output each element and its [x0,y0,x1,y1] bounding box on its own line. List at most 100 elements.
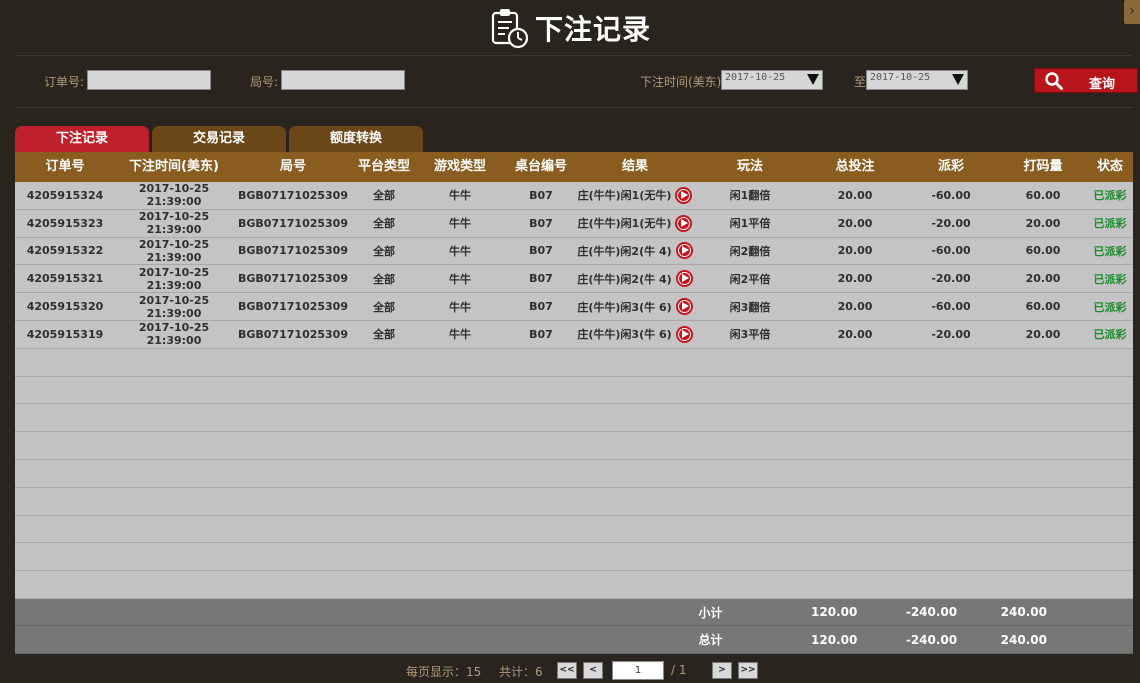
date-to-select[interactable]: 2017-10-25 [866,70,968,90]
round-number-input[interactable] [281,70,405,90]
last-page-button[interactable]: >> [738,662,758,679]
total-bet-cell: 20.00 [837,300,873,314]
tab-bar: 下注记录 交易记录 额度转换 [15,126,426,152]
page-title: 下注记录 [534,12,651,46]
total-bet-cell: 20.00 [837,188,873,202]
to-label: 至 [854,75,867,89]
rolling-cell: 60.00 [1025,188,1061,202]
result-text: 庄(牛牛)闲2(牛 4) [577,244,672,258]
empty-row [15,459,1133,488]
bet-type-cell: 闲1平倍 [729,217,771,231]
result-cell: 庄(牛牛)闲3(牛 6) [577,298,693,316]
table-row: 4205915320 2017-10-25 21:39:00 BGB07171025… [15,293,1133,321]
column-header: 下注时间(美东) [129,159,219,174]
order-number-input[interactable] [87,70,211,90]
column-header: 总投注 [835,159,875,174]
column-header: 局号 [279,159,306,174]
tab-bet-records[interactable]: 下注记录 [15,126,149,152]
date-from-select[interactable]: 2017-10-25 [721,70,823,90]
table-row: 4205915321 2017-10-25 21:39:00 BGB07171025… [15,265,1133,294]
play-replay-icon[interactable] [675,186,693,204]
payout-cell: -20.00 [931,327,971,341]
play-replay-icon[interactable] [675,214,693,232]
column-header: 玩法 [736,159,763,174]
total-bet-cell: 20.00 [837,244,873,258]
subtotal-label: 小计 [698,605,723,620]
total-payout: -240.00 [905,632,958,647]
result-text: 庄(牛牛)闲1(无牛) [577,189,672,203]
bet-time-cell: 2017-10-25 21:39:00 [138,321,210,348]
bet-type-cell: 闲2翻倍 [729,244,771,258]
payout-cell: -20.00 [931,272,971,286]
empty-row [15,487,1133,516]
total-pages-text: / 1 [671,663,687,677]
round-number-cell: BGB07171025309 [238,327,348,341]
status-cell: 已派彩 [1093,189,1127,203]
rolling-cell: 20.00 [1025,216,1061,230]
close-icon[interactable]: › [1124,0,1140,24]
platform-cell: 全部 [373,300,395,314]
empty-row [15,404,1133,433]
result-cell: 庄(牛牛)闲1(无牛) [577,214,693,232]
subtotal-bet: 120.00 [811,605,858,620]
rolling-cell: 20.00 [1025,327,1061,341]
result-text: 庄(牛牛)闲2(牛 4) [577,272,672,286]
play-replay-icon[interactable] [675,325,693,343]
order-number-cell: 4205915320 [26,300,104,314]
status-cell: 已派彩 [1093,328,1127,342]
empty-row [15,432,1133,460]
dropdown-arrow-icon [952,74,964,85]
total-bet: 120.00 [811,632,858,647]
tab-balance-transfer[interactable]: 额度转换 [289,126,423,152]
column-header: 派彩 [937,159,964,174]
platform-cell: 全部 [373,244,395,258]
game-type-cell: 牛牛 [449,272,471,286]
play-replay-icon[interactable] [675,270,693,288]
date-to-value: 2017-10-25 [870,72,931,83]
tab-transaction-records[interactable]: 交易记录 [152,126,286,152]
table-number-cell: B07 [529,244,553,258]
bet-time-cell: 2017-10-25 21:39:00 [138,293,210,320]
order-number-cell: 4205915322 [26,244,104,258]
payout-cell: -60.00 [931,300,971,314]
round-number-cell: BGB07171025309 [238,216,348,230]
play-replay-icon[interactable] [675,242,693,260]
round-number-label: 局号: [250,75,279,89]
bet-type-cell: 闲3平倍 [729,328,771,342]
total-row: 总计 120.00 -240.00 240.00 [15,626,1133,654]
total-label: 总计 [698,633,723,648]
order-number-cell: 4205915321 [26,272,104,286]
search-button[interactable]: 查询 [1034,68,1138,93]
status-cell: 已派彩 [1093,272,1127,286]
platform-cell: 全部 [373,328,395,342]
pagination: 每页显示：15 共计：6 << < 1 / 1 > >> [0,660,1140,682]
platform-cell: 全部 [373,217,395,231]
title-bar: 下注记录 [0,0,1140,55]
rolling-cell: 20.00 [1025,272,1061,286]
empty-row [15,543,1133,572]
table-row: 4205915324 2017-10-25 21:39:00 BGB07171025… [15,182,1133,210]
rolling-cell: 60.00 [1025,244,1061,258]
prev-page-button[interactable]: < [583,662,603,679]
round-number-cell: BGB07171025309 [238,272,348,286]
status-cell: 已派彩 [1093,244,1127,258]
empty-row [15,571,1133,599]
empty-row [15,348,1133,377]
order-number-cell: 4205915319 [26,327,104,341]
round-number-cell: BGB07171025309 [238,244,348,258]
date-from-value: 2017-10-25 [725,72,786,83]
total-rolling: 240.00 [1000,632,1047,647]
bet-records-table: 订单号 下注时间(美东) 局号 平台类型 游戏类型 桌台编号 结果 玩法 总投注… [15,152,1133,654]
table-number-cell: B07 [529,300,553,314]
result-text: 庄(牛牛)闲1(无牛) [577,217,672,231]
subtotal-row: 小计 120.00 -240.00 240.00 [15,598,1133,627]
status-cell: 已派彩 [1093,217,1127,231]
table-row: 4205915319 2017-10-25 21:39:00 BGB07171025… [15,320,1133,349]
round-number-cell: BGB07171025309 [238,188,348,202]
page-number-input[interactable]: 1 [612,661,664,680]
game-type-cell: 牛牛 [449,189,471,203]
first-page-button[interactable]: << [557,662,577,679]
next-page-button[interactable]: > [712,662,732,679]
play-replay-icon[interactable] [675,298,693,316]
column-header: 状态 [1096,159,1123,174]
